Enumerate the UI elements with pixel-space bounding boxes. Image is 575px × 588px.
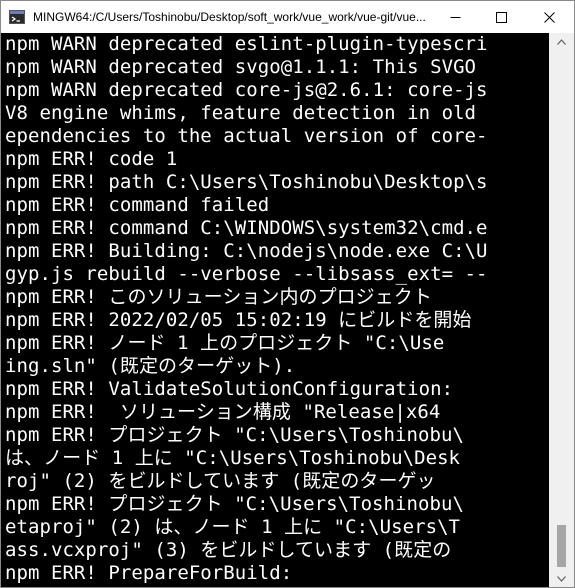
terminal-line: npm ERR! プロジェクト "C:\Users\Toshinobu\ — [5, 424, 464, 446]
terminal-line: npm ERR! ValidateSolutionConfiguration: — [5, 378, 454, 400]
terminal-line: npm ERR! このソリューション内のプロジェクト — [5, 286, 432, 308]
title-bar[interactable]: MINGW64:/C/Users/Toshinobu/Desktop/soft_… — [1, 1, 574, 33]
terminal-line: は、ノード 1 上に "C:\Users\Toshinobu\Desk — [5, 447, 461, 469]
terminal-line: npm ERR! プロジェクト "C:\Users\Toshinobu\ — [5, 493, 464, 515]
terminal-line: gyp.js rebuild --verbose --libsass_ext= … — [5, 263, 488, 285]
terminal-line: ependencies to the actual version of cor… — [5, 125, 488, 147]
terminal-line: npm ERR! PrepareForBuild: — [5, 562, 293, 584]
close-icon — [543, 11, 555, 23]
terminal-line: npm ERR! 2022/02/05 15:02:19 にビルドを開始 — [5, 309, 472, 331]
scroll-up-button[interactable] — [549, 33, 574, 50]
terminal-line: npm WARN deprecated core-js@2.6.1: core-… — [5, 79, 488, 101]
scroll-down-button[interactable] — [549, 570, 574, 587]
terminal-output[interactable]: npm WARN deprecated eslint-plugin-typesc… — [1, 33, 549, 587]
mingw-terminal-icon[interactable] — [9, 9, 25, 25]
terminal-line: npm ERR! ソリューション構成 "Release|x64 — [5, 401, 441, 423]
minimize-icon — [450, 16, 460, 18]
terminal-line: npm ERR! ノード 1 上のプロジェクト "C:\Use — [5, 332, 445, 354]
minimize-button[interactable] — [432, 1, 478, 33]
terminal-line: npm WARN deprecated eslint-plugin-typesc… — [5, 33, 488, 55]
terminal-line: npm ERR! command C:\WINDOWS\system32\cmd… — [5, 217, 488, 239]
terminal-line: etaproj" (2) は、ノード 1 上に "C:\Users\T — [5, 516, 461, 538]
close-button[interactable] — [526, 1, 572, 33]
scroll-down-arrow-icon — [557, 575, 566, 582]
terminal-line: roj" (2) をビルドしています (既定のターゲッ — [5, 470, 436, 492]
maximize-button[interactable] — [478, 1, 524, 33]
scrollbar-thumb[interactable] — [557, 525, 566, 567]
terminal-line: npm WARN deprecated svgo@1.1.1: This SVG… — [5, 56, 477, 78]
window-title: MINGW64:/C/Users/Toshinobu/Desktop/soft_… — [33, 10, 426, 24]
terminal-window: MINGW64:/C/Users/Toshinobu/Desktop/soft_… — [0, 0, 575, 588]
terminal-line: V8 engine whims, feature detection in ol… — [5, 102, 477, 124]
scroll-up-arrow-icon — [557, 38, 566, 45]
maximize-icon — [495, 11, 507, 23]
terminal-line: npm ERR! command failed — [5, 194, 270, 216]
terminal-line: npm ERR! Building: C:\nodejs\node.exe C:… — [5, 240, 488, 262]
terminal-line: ass.vcxproj" (3) をビルドしています (既定の — [5, 539, 452, 561]
terminal-line: ing.sln" (既定のターゲット). — [5, 355, 296, 377]
terminal-line: npm ERR! code 1 — [5, 148, 178, 170]
terminal-line: npm ERR! path C:\Users\Toshinobu\Desktop… — [5, 171, 488, 193]
vertical-scrollbar[interactable] — [549, 33, 574, 587]
